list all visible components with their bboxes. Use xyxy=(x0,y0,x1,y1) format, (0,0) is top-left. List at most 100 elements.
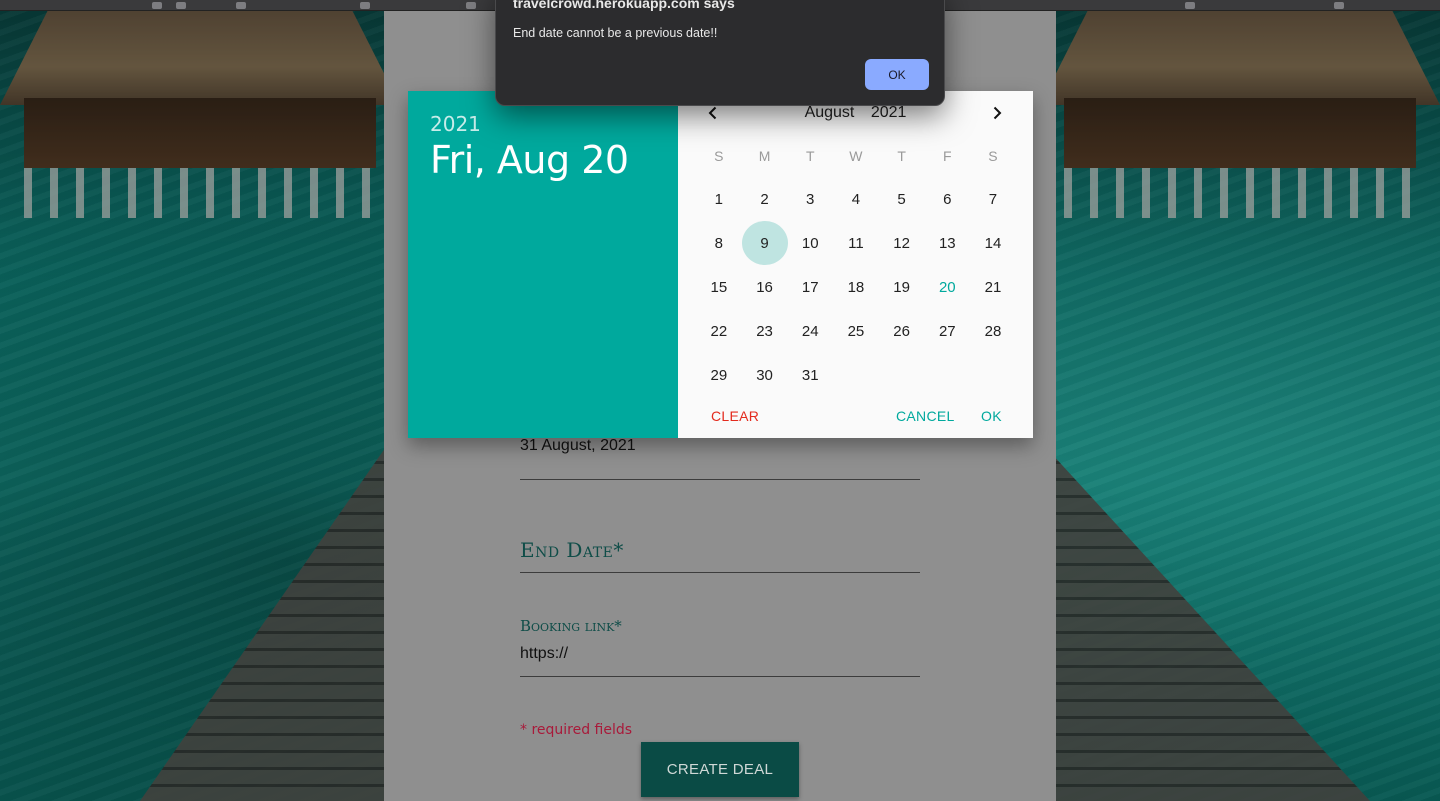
calendar-day-number: 29 xyxy=(710,366,728,384)
toolbar-icon[interactable] xyxy=(1334,2,1344,9)
calendar-day[interactable]: 29 xyxy=(696,353,742,397)
calendar-day-number: 24 xyxy=(801,322,819,340)
calendar-day-number: 14 xyxy=(984,234,1002,252)
chevron-right-icon[interactable] xyxy=(985,101,1009,125)
weekday-label: S xyxy=(714,148,724,164)
calendar-day[interactable]: 14 xyxy=(970,221,1016,265)
calendar-day[interactable]: 3 xyxy=(787,177,833,221)
calendar-day-number: 23 xyxy=(756,322,773,340)
alert-ok-button[interactable]: OK xyxy=(865,59,929,90)
datepicker-calendar: August 2021 SMTWTFS 1 2 3 4 5 6 7 8 9 10 11 12 13 14 1… xyxy=(678,91,1033,438)
calendar-day[interactable]: 6 xyxy=(924,177,970,221)
calendar-day-number: 20 xyxy=(938,278,956,296)
calendar-day-number: 21 xyxy=(984,278,1002,296)
weekday-label: F xyxy=(943,148,952,164)
toolbar-icon[interactable] xyxy=(236,2,246,9)
cancel-button[interactable]: CANCEL xyxy=(896,408,955,424)
calendar-day-number: 27 xyxy=(938,322,956,340)
clear-button[interactable]: CLEAR xyxy=(711,408,759,424)
calendar-day[interactable]: 23 xyxy=(742,309,788,353)
datepicker-ok-button[interactable]: OK xyxy=(981,408,1002,424)
calendar-day[interactable]: 24 xyxy=(787,309,833,353)
toolbar-icon[interactable] xyxy=(360,2,370,9)
calendar-day-number: 6 xyxy=(943,190,952,208)
required-fields-note: * required fields xyxy=(520,722,633,738)
calendar-day[interactable]: 26 xyxy=(879,309,925,353)
calendar-day-number: 12 xyxy=(893,234,910,252)
calendar-day-number: 22 xyxy=(710,322,728,340)
calendar-day-number: 17 xyxy=(801,278,819,296)
toolbar-icon[interactable] xyxy=(1185,2,1195,9)
calendar-day[interactable]: 17 xyxy=(787,265,833,309)
calendar-day-number: 31 xyxy=(801,366,819,384)
calendar-day[interactable]: 9 xyxy=(741,221,788,265)
calendar-day[interactable]: 30 xyxy=(742,353,788,397)
calendar-day-number: 10 xyxy=(801,234,819,252)
toolbar-icon[interactable] xyxy=(466,2,476,9)
calendar-day[interactable]: 11 xyxy=(833,221,879,265)
calendar-day[interactable]: 16 xyxy=(742,265,788,309)
booking-link-input[interactable]: https:// xyxy=(520,643,920,677)
calendar-day-number: 18 xyxy=(847,278,865,296)
weekday-label: M xyxy=(758,148,771,164)
calendar-day[interactable]: 28 xyxy=(970,309,1016,353)
calendar-day[interactable]: 5 xyxy=(879,177,925,221)
calendar-day-number: 5 xyxy=(897,190,906,208)
calendar-day[interactable]: 19 xyxy=(879,265,925,309)
calendar-day[interactable]: 18 xyxy=(833,265,879,309)
end-date-input[interactable]: End Date* xyxy=(520,538,920,573)
start-date-value: 31 August, 2021 xyxy=(520,437,636,454)
calendar-day-number: 9 xyxy=(760,234,769,252)
calendar-day[interactable]: 1 xyxy=(696,177,742,221)
calendar-day[interactable]: 20 xyxy=(924,265,970,309)
booking-link-label: Booking link* xyxy=(520,617,622,635)
calendar-day[interactable]: 2 xyxy=(742,177,788,221)
calendar-day-number: 19 xyxy=(893,278,910,296)
booking-link-value: https:// xyxy=(520,645,569,662)
calendar-day-number: 2 xyxy=(760,190,769,208)
calendar-day[interactable]: 10 xyxy=(787,221,833,265)
calendar-day[interactable]: 8 xyxy=(696,221,742,265)
calendar-day-number: 15 xyxy=(710,278,728,296)
calendar-day[interactable]: 7 xyxy=(970,177,1016,221)
month-year-label: August 2021 xyxy=(678,104,1033,122)
day-grid: 1 2 3 4 5 6 7 8 9 10 11 12 13 14 15 16 17 18 19 20 21 22 23 24 2… xyxy=(696,177,1016,397)
calendar-day[interactable]: 12 xyxy=(879,221,925,265)
weekday-label: T xyxy=(805,148,815,164)
calendar-day[interactable]: 25 xyxy=(833,309,879,353)
datepicker-header-date: Fri, Aug 20 xyxy=(430,138,629,182)
year-select[interactable]: 2021 xyxy=(871,104,907,121)
calendar-day-number: 1 xyxy=(714,190,724,208)
month-select[interactable]: August xyxy=(805,104,855,121)
weekday-label: S xyxy=(988,148,998,164)
calendar-day-number: 4 xyxy=(851,190,861,208)
weekday-row: SMTWTFS xyxy=(696,148,1016,164)
start-date-input[interactable]: 31 August, 2021 xyxy=(520,436,920,480)
calendar-day[interactable]: 15 xyxy=(696,265,742,309)
alert-dialog: travelcrowd.herokuapp.com says End date … xyxy=(495,0,945,106)
calendar-day[interactable]: 21 xyxy=(970,265,1016,309)
calendar-day[interactable]: 13 xyxy=(924,221,970,265)
datepicker-modal: 2021 Fri, Aug 20 August 2021 SMTWTFS 123… xyxy=(408,91,1033,438)
calendar-day-number: 7 xyxy=(988,190,998,208)
calendar-day-number: 28 xyxy=(984,322,1002,340)
calendar-day[interactable]: 31 xyxy=(787,353,833,397)
alert-title: travelcrowd.herokuapp.com says xyxy=(513,0,735,11)
calendar-day-number: 3 xyxy=(806,190,815,208)
calendar-day-number: 13 xyxy=(938,234,956,252)
create-deal-button[interactable]: CREATE DEAL xyxy=(641,742,799,797)
end-date-label: End Date* xyxy=(520,538,624,562)
toolbar-icon[interactable] xyxy=(152,2,162,9)
calendar-day-number: 16 xyxy=(756,278,773,296)
datepicker-header: 2021 Fri, Aug 20 xyxy=(408,91,678,438)
calendar-day[interactable]: 4 xyxy=(833,177,879,221)
toolbar-icon[interactable] xyxy=(176,2,186,9)
calendar-day[interactable]: 27 xyxy=(924,309,970,353)
datepicker-header-year[interactable]: 2021 xyxy=(430,111,678,137)
weekday-label: T xyxy=(897,148,906,164)
calendar-day-number: 25 xyxy=(847,322,865,340)
weekday-label: W xyxy=(849,148,863,164)
calendar-day[interactable]: 22 xyxy=(696,309,742,353)
calendar-day-number: 8 xyxy=(714,234,724,252)
calendar-day-number: 30 xyxy=(756,366,773,384)
